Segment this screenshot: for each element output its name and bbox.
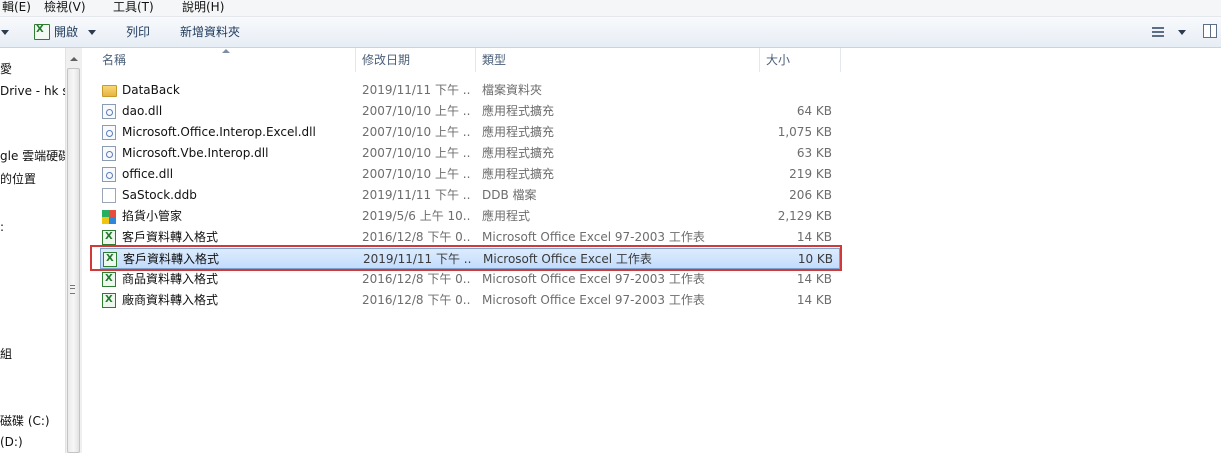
- file-name: DataBack: [122, 83, 180, 97]
- file-date-modified: 2019/5/6 上午 10...: [362, 209, 470, 223]
- file-name: office.dll: [122, 167, 174, 181]
- new-folder-button[interactable]: 新增資料夾: [180, 24, 240, 40]
- scrollbar-thumb[interactable]: [67, 68, 80, 453]
- file-name: 廠商資料轉入格式: [122, 293, 219, 307]
- menu-help[interactable]: 說明(H): [182, 0, 224, 15]
- file-date-modified: 2016/12/8 下午 0...: [362, 272, 470, 286]
- navigation-scrollbar[interactable]: [65, 48, 83, 453]
- scroll-grip-icon: [70, 285, 75, 294]
- file-name: dao.dll: [122, 104, 163, 118]
- excel-file-icon: [102, 293, 116, 308]
- file-name: 掐貨小管家: [122, 209, 183, 223]
- view-options-button[interactable]: [1150, 25, 1190, 41]
- annotation-highlight-box: [90, 245, 842, 271]
- file-type: 應用程式擴充: [482, 146, 555, 160]
- file-type: 檔案資料夾: [482, 83, 543, 97]
- file-row[interactable]: dao.dll 2007/10/10 上午 ... 應用程式擴充 64 KB: [100, 101, 840, 122]
- file-type: Microsoft Office Excel 97-2003 工作表: [482, 293, 705, 307]
- file-size: 64 KB: [796, 104, 832, 118]
- column-header-name[interactable]: 名稱: [102, 48, 126, 72]
- file-date-modified: 2019/11/11 下午 ...: [362, 188, 470, 202]
- file-size: 63 KB: [796, 146, 832, 160]
- file-row[interactable]: DataBack 2019/11/11 下午 ... 檔案資料夾: [100, 80, 840, 101]
- command-bar: 開啟 列印 新增資料夾: [0, 17, 1221, 48]
- preview-pane-icon: [1210, 25, 1211, 37]
- nav-item-drive[interactable]: Drive - hk sa: [0, 83, 65, 99]
- file-row[interactable]: Microsoft.Office.Interop.Excel.dll 2007/1…: [100, 122, 840, 143]
- dll-file-icon: [102, 104, 116, 119]
- navigation-pane: 愛 Drive - hk sa gle 雲端硬碟 的位置 : 組 磁碟 (C:)…: [0, 48, 65, 453]
- nav-item-mark-1: :: [0, 220, 5, 234]
- preview-pane-button[interactable]: [1203, 24, 1217, 38]
- organize-dropdown-icon[interactable]: [1, 30, 9, 35]
- file-row[interactable]: 商品資料轉入格式 2016/12/8 下午 0... Microsoft Offic…: [100, 269, 840, 290]
- column-divider[interactable]: [355, 48, 356, 72]
- file-size: 206 KB: [789, 188, 832, 202]
- file-row[interactable]: Microsoft.Vbe.Interop.dll 2007/10/10 上午 .…: [100, 143, 840, 164]
- sort-ascending-icon: [222, 49, 230, 53]
- nav-item-drive-d[interactable]: (D:): [0, 434, 23, 450]
- file-size: 219 KB: [789, 167, 832, 181]
- app-icon: [102, 210, 116, 224]
- file-list: 名稱 修改日期 類型 大小 DataBack 2019/11/11 下午 ... 檔…: [82, 48, 1221, 453]
- file-name: Microsoft.Office.Interop.Excel.dll: [122, 125, 316, 139]
- file-name: 商品資料轉入格式: [122, 272, 219, 286]
- file-name: Microsoft.Vbe.Interop.dll: [122, 146, 269, 160]
- chevron-down-icon[interactable]: [1178, 30, 1186, 35]
- file-type: 應用程式擴充: [482, 104, 555, 118]
- file-type: 應用程式: [482, 209, 531, 223]
- file-size: 2,129 KB: [777, 209, 832, 223]
- column-divider[interactable]: [475, 48, 476, 72]
- file-row[interactable]: SaStock.ddb 2019/11/11 下午 ... DDB 檔案 206 KB: [100, 185, 840, 206]
- file-size: 14 KB: [796, 272, 832, 286]
- nav-item-favorites[interactable]: 愛: [0, 61, 12, 77]
- column-header-size[interactable]: 大小: [766, 48, 790, 72]
- excel-file-icon: [102, 230, 116, 245]
- nav-item-group[interactable]: 組: [0, 346, 12, 362]
- details-view-icon-mid: [1152, 31, 1164, 33]
- file-date-modified: 2007/10/10 上午 ...: [362, 167, 470, 181]
- file-date-modified: 2007/10/10 上午 ...: [362, 125, 470, 139]
- excel-icon: [34, 24, 50, 40]
- file-type: DDB 檔案: [482, 188, 537, 202]
- file-size: 14 KB: [796, 293, 832, 307]
- file-row[interactable]: office.dll 2007/10/10 上午 ... 應用程式擴充 219 KB: [100, 164, 840, 185]
- print-button[interactable]: 列印: [126, 24, 150, 40]
- excel-file-icon: [102, 272, 116, 287]
- column-header-type[interactable]: 類型: [482, 48, 506, 72]
- file-type: Microsoft Office Excel 97-2003 工作表: [482, 272, 705, 286]
- file-row[interactable]: 廠商資料轉入格式 2016/12/8 下午 0... Microsoft Offic…: [100, 290, 840, 311]
- folder-icon: [102, 85, 117, 97]
- column-divider[interactable]: [840, 48, 841, 72]
- file-date-modified: 2007/10/10 上午 ...: [362, 146, 470, 160]
- nav-item-google-drive[interactable]: gle 雲端硬碟: [0, 148, 65, 164]
- chevron-down-icon[interactable]: [88, 30, 96, 35]
- dll-file-icon: [102, 167, 116, 182]
- column-divider[interactable]: [759, 48, 760, 72]
- nav-item-drive-c[interactable]: 磁碟 (C:): [0, 413, 50, 429]
- file-type: 應用程式擴充: [482, 167, 555, 181]
- file-date-modified: 2016/12/8 下午 0...: [362, 293, 470, 307]
- menu-view[interactable]: 檢視(V): [44, 0, 86, 15]
- file-name: SaStock.ddb: [122, 188, 197, 202]
- open-button[interactable]: 開啟: [30, 19, 102, 45]
- menu-tools[interactable]: 工具(T): [113, 0, 154, 15]
- dll-file-icon: [102, 146, 116, 161]
- file-type: 應用程式擴充: [482, 125, 555, 139]
- column-header-date[interactable]: 修改日期: [362, 48, 410, 72]
- file-row[interactable]: 掐貨小管家 2019/5/6 上午 10... 應用程式 2,129 KB: [100, 206, 840, 227]
- file-size: 1,075 KB: [777, 125, 832, 139]
- menu-edit[interactable]: 輯(E): [2, 0, 31, 15]
- open-button-label: 開啟: [54, 25, 79, 39]
- file-date-modified: 2019/11/11 下午 ...: [362, 83, 470, 97]
- scroll-up-icon[interactable]: [70, 57, 78, 61]
- nav-item-location[interactable]: 的位置: [0, 171, 36, 187]
- file-date-modified: 2007/10/10 上午 ...: [362, 104, 470, 118]
- dll-file-icon: [102, 125, 116, 140]
- menu-bar: 輯(E) 檢視(V) 工具(T) 說明(H): [0, 0, 1221, 17]
- blank-file-icon: [102, 188, 116, 203]
